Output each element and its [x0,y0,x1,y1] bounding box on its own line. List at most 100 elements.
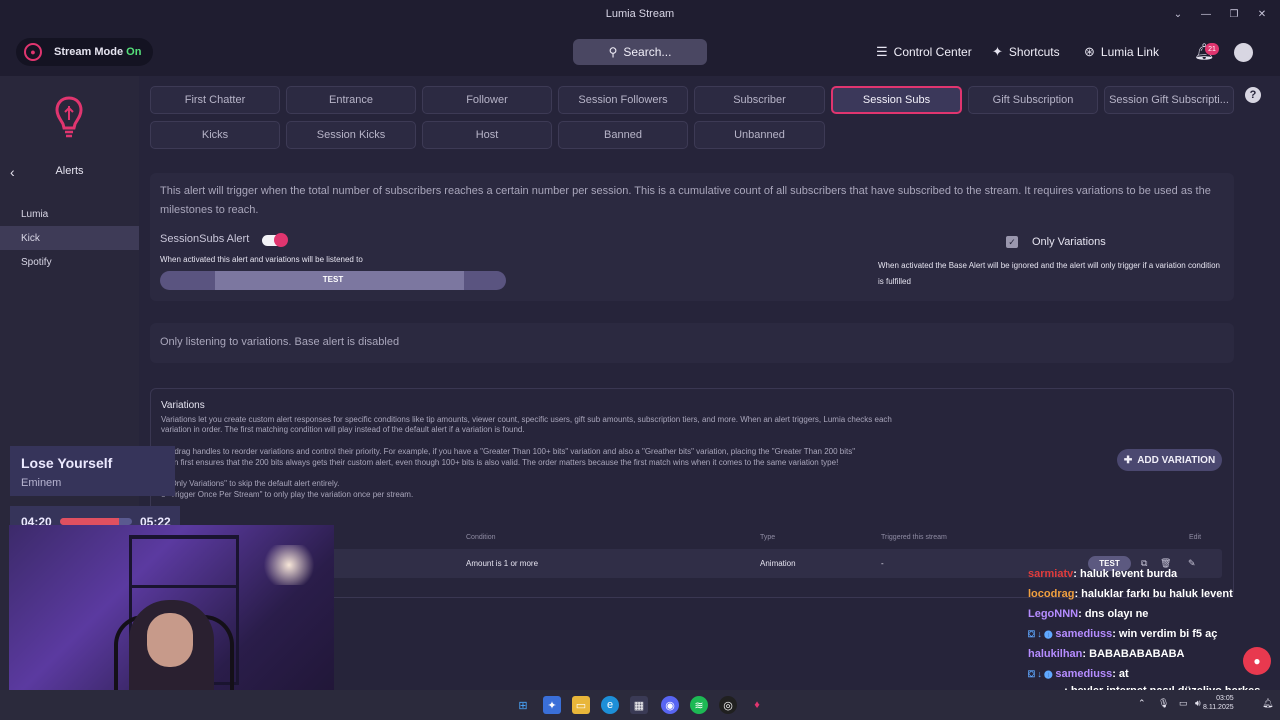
spotify-icon[interactable]: ≋ [690,696,708,714]
tab-host[interactable]: Host [422,121,552,149]
avatar[interactable] [1234,43,1253,62]
only-variations-checkbox[interactable]: ✓ [1006,236,1018,248]
listening-status: Only listening to variations. Base alert… [160,336,400,348]
tab-session-subs[interactable]: Session Subs [831,86,962,114]
chat-badge-icon: ⛋ ↓ ❶ [1028,668,1053,679]
variations-paragraph-3b: e "Trigger Once Per Stream" to only play… [161,490,414,499]
chat-message: ⛋ ↓ ❶ samediuss : at [1028,664,1280,684]
chat-username: sarmiatv [1028,568,1074,580]
toggle-knob [274,233,288,247]
chat-message: sarmiatv : haluk levent burda [1028,564,1280,584]
help-icon[interactable]: ? [1245,87,1261,103]
copilot-icon[interactable]: ✦ [543,696,561,714]
windows-start-icon[interactable]: ⊞ [514,696,532,714]
tab-session-followers[interactable]: Session Followers [558,86,688,114]
control-center-label: Control Center [893,45,972,59]
mic-icon[interactable]: 🎙︎ [1158,698,1169,709]
sidebar-item-kick[interactable]: Kick [0,226,139,250]
chat-text: : haluk levent burda [1073,568,1178,580]
test-button[interactable]: TEST [160,271,506,290]
chat-username: samediuss [1055,628,1113,640]
minimize-button[interactable]: — [1194,4,1218,24]
obs-icon[interactable]: ◎ [719,696,737,714]
sidebar-item-spotify[interactable]: Spotify [0,250,139,274]
taskbar-time: 03:05 [1216,695,1234,702]
variations-paragraph-2b: ation first ensures that the 200 bits al… [161,458,839,467]
tab-session-gift-subscription[interactable]: Session Gift Subscripti... [1104,86,1234,114]
volume-icon[interactable]: 🔊︎ [1195,698,1201,709]
tab-kicks[interactable]: Kicks [150,121,280,149]
variations-paragraph-1: Variations let you create custom alert r… [161,415,892,434]
lumia-taskbar-icon[interactable]: ♦ [748,696,766,714]
shortcuts-button[interactable]: ✦ Shortcuts [992,44,1060,60]
lumia-link-button[interactable]: ⊛ Lumia Link [1084,44,1159,60]
sliders-icon: ☰ [876,44,888,59]
alert-toggle[interactable] [262,233,288,247]
search-input[interactable]: ⚲ Search... [573,39,707,65]
chevron-down-icon[interactable]: ⌄ [1166,4,1190,24]
row-triggered: - [881,559,884,568]
maximize-button[interactable]: ❐ [1222,4,1246,24]
webcam-overlay [9,525,334,708]
title-bar: Lumia Stream ⌄ — ❐ ✕ [0,0,1280,28]
sidebar-item-lumia[interactable]: Lumia [0,202,139,226]
window-title: Lumia Stream [605,8,675,20]
tab-entrance[interactable]: Entrance [286,86,416,114]
store-icon[interactable]: ▦ [630,696,648,714]
ceiling-light [259,545,319,585]
top-header: ● Stream Mode On ⚲ Search... ☰ Control C… [0,28,1280,76]
chat-username: LegoNNN [1028,608,1079,620]
alert-description: This alert will trigger when the total n… [160,185,1211,216]
link-icon: ⊛ [1084,44,1095,59]
column-header-condition: Condition [466,534,496,541]
variations-title: Variations [161,400,205,411]
column-header-triggered: Triggered this stream [881,534,947,541]
tab-session-kicks[interactable]: Session Kicks [286,121,416,149]
chat-text: : win verdim bi f5 aç [1112,628,1218,640]
add-variation-label: ADD VARIATION [1137,454,1216,466]
file-explorer-icon[interactable]: ▭ [572,696,590,714]
chevron-up-icon[interactable]: ⌃ [1138,698,1146,709]
now-playing-progress-fill [60,518,120,525]
shortcuts-label: Shortcuts [1008,45,1060,59]
test-button-label: TEST [322,275,344,284]
tab-first-chatter[interactable]: First Chatter [150,86,280,114]
network-icon[interactable]: ▭ [1179,698,1188,709]
column-header-type: Type [760,534,776,541]
chat-text: : BABABABABABA [1082,648,1185,660]
tab-unbanned[interactable]: Unbanned [694,121,825,149]
stream-mode-status: On [126,46,142,58]
alert-toggle-help: When activated this alert and variations… [160,255,363,264]
variations-paragraph-3a: e "Only Variations" to skip the default … [161,479,340,488]
window-controls: ⌄ — ❐ ✕ [1166,4,1274,24]
chat-message: locodrag : haluklar farkı bu haluk leven… [1028,584,1280,604]
lumia-link-label: Lumia Link [1100,45,1159,59]
row-condition: Amount is 1 or more [466,559,539,568]
streamer-face [147,613,193,667]
stream-mode-toggle[interactable]: ● Stream Mode On [16,38,153,66]
tab-follower[interactable]: Follower [422,86,552,114]
chat-username: samediuss [1055,668,1113,680]
add-variation-button[interactable]: ✚ ADD VARIATION [1117,449,1222,471]
control-center-button[interactable]: ☰ Control Center [876,44,972,60]
now-playing-artist: Eminem [21,477,62,489]
taskbar-clock[interactable]: 03:05 8.11.2025 [1203,694,1234,712]
search-icon: ⚲ [608,45,618,59]
discord-icon[interactable]: ◉ [661,696,679,714]
chat-bubble-icon[interactable]: ● [1243,647,1271,675]
chat-message: ⛋ ↓ ❶ samediuss : win verdim bi f5 aç [1028,624,1280,644]
row-type: Animation [760,559,796,568]
edge-icon[interactable]: e [601,696,619,714]
chat-username: halukilhan [1028,648,1083,660]
notification-center-icon[interactable]: 🔔︎ [1262,698,1273,709]
tab-subscriber[interactable]: Subscriber [694,86,825,114]
tab-banned[interactable]: Banned [558,121,688,149]
close-button[interactable]: ✕ [1250,4,1274,24]
chat-text: : haluklar farkı bu haluk levent [1074,588,1233,600]
chat-message: LegoNNN : dns olayı ne [1028,604,1280,624]
plus-icon: ✚ [1123,454,1133,466]
stream-mode-label: Stream Mode [54,46,124,58]
lightbulb-icon: ● [24,43,42,61]
tab-gift-subscription[interactable]: Gift Subscription [968,86,1098,114]
notification-badge: 21 [1205,43,1219,55]
